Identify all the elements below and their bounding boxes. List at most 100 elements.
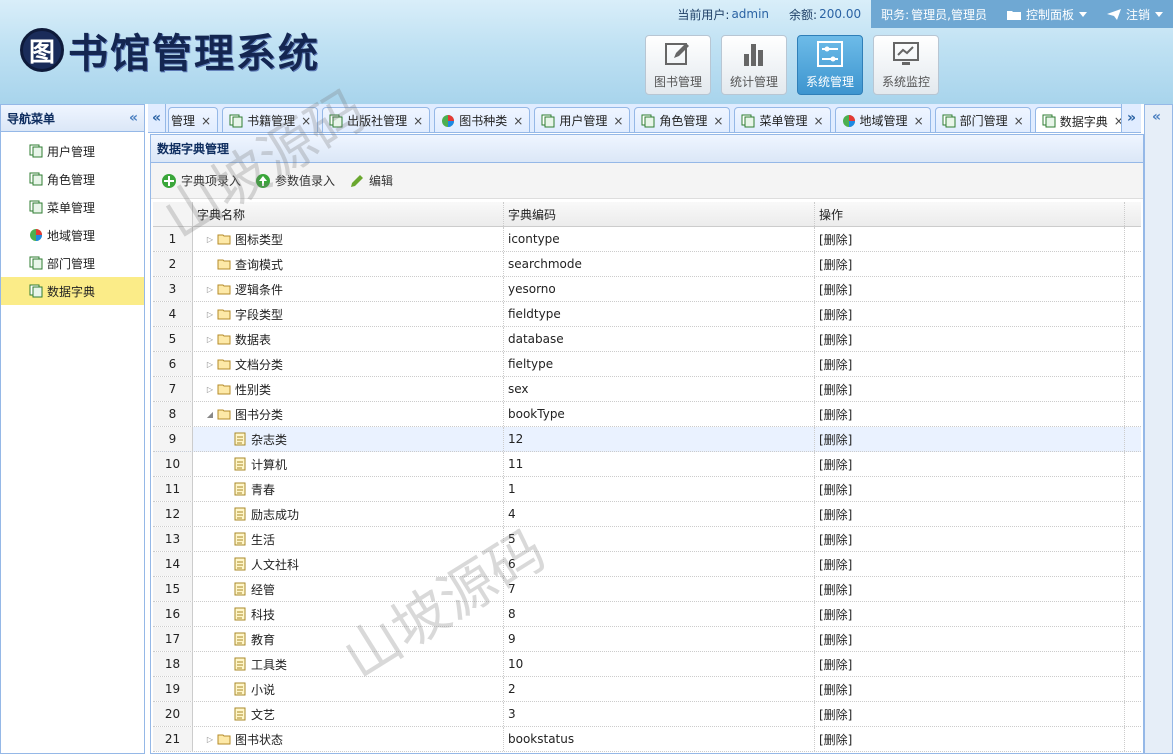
close-icon[interactable]: × [914,114,924,128]
close-icon[interactable]: × [413,114,423,128]
close-icon[interactable]: × [813,114,823,128]
add-param-icon [256,173,271,188]
table-row[interactable]: 6 ▷ 文档分类 fieltype [删除] [153,352,1141,377]
table-row[interactable]: 11 青春 1 [删除] [153,477,1141,502]
expand-arrow-icon[interactable]: ▷ [205,284,215,294]
file-icon [234,607,246,621]
table-row[interactable]: 20 文艺 3 [删除] [153,702,1141,727]
table-row[interactable]: 1 ▷ 图标类型 icontype [删除] [153,227,1141,252]
expand-arrow-icon[interactable]: ▷ [205,309,215,319]
delete-link[interactable]: [删除] [819,281,852,298]
table-row[interactable]: 9 杂志类 12 [删除] [153,427,1141,452]
grid-body: 1 ▷ 图标类型 icontype [删除] 2 查询模式 searchmode [删除] 3 ▷ 逻… [153,227,1141,752]
expand-arrow-icon[interactable]: ▷ [205,734,215,744]
tab-3[interactable]: 出版社管理 × [322,107,431,132]
table-row[interactable]: 8 ◢ 图书分类 bookType [删除] [153,402,1141,427]
add-param-button[interactable]: 参数值录入 [255,172,335,189]
close-icon[interactable]: × [301,114,311,128]
chevron-down-icon [1155,11,1163,17]
tab-6[interactable]: 角色管理 × [634,107,731,132]
expand-right-icon[interactable]: « [1152,109,1161,125]
delete-link[interactable]: [删除] [819,431,852,448]
table-row[interactable]: 4 ▷ 字段类型 fieldtype [删除] [153,302,1141,327]
module-statistics[interactable]: 统计管理 [721,35,787,95]
delete-link[interactable]: [删除] [819,531,852,548]
sidebar-item-menus[interactable]: 菜单管理 [1,193,144,221]
table-row[interactable]: 5 ▷ 数据表 database [删除] [153,327,1141,352]
delete-link[interactable]: [删除] [819,331,852,348]
tab-2[interactable]: 书籍管理 × [222,107,319,132]
edit-button[interactable]: 编辑 [349,172,393,189]
column-header-name[interactable]: 字典名称 [193,202,504,226]
delete-link[interactable]: [删除] [819,581,852,598]
tab-5[interactable]: 用户管理 × [534,107,631,132]
expand-arrow-icon[interactable]: ▷ [205,384,215,394]
delete-link[interactable]: [删除] [819,681,852,698]
table-row[interactable]: 7 ▷ 性别类 sex [删除] [153,377,1141,402]
expand-arrow-icon[interactable]: ▷ [205,359,215,369]
tab-scroll-left-icon[interactable]: « [148,104,166,132]
table-row[interactable]: 13 生活 5 [删除] [153,527,1141,552]
collapse-arrow-icon[interactable]: ◢ [205,409,215,419]
module-book-management[interactable]: 图书管理 [645,35,711,95]
delete-link[interactable]: [删除] [819,706,852,723]
table-row[interactable]: 19 小说 2 [删除] [153,677,1141,702]
cell-op: [删除] [815,502,1125,526]
expand-arrow-icon[interactable]: ▷ [205,234,215,244]
close-icon[interactable]: × [1014,114,1024,128]
table-row[interactable]: 14 人文社科 6 [删除] [153,552,1141,577]
collapse-left-icon[interactable]: « [129,110,138,126]
tab-8[interactable]: 地域管理 × [834,107,931,132]
delete-link[interactable]: [删除] [819,406,852,423]
tab-scroll-right-icon[interactable]: » [1121,104,1141,132]
table-row[interactable]: 15 经管 7 [删除] [153,577,1141,602]
table-row[interactable]: 12 励志成功 4 [删除] [153,502,1141,527]
sidebar-item-data-dictionary[interactable]: 数据字典 [1,277,144,305]
delete-link[interactable]: [删除] [819,231,852,248]
delete-link[interactable]: [删除] [819,506,852,523]
tab-7[interactable]: 菜单管理 × [734,107,831,132]
delete-link[interactable]: [删除] [819,556,852,573]
module-system-management[interactable]: 系统管理 [797,35,863,95]
module-system-monitor[interactable]: 系统监控 [873,35,939,95]
table-row[interactable]: 2 查询模式 searchmode [删除] [153,252,1141,277]
delete-link[interactable]: [删除] [819,606,852,623]
table-row[interactable]: 17 教育 9 [删除] [153,627,1141,652]
delete-link[interactable]: [删除] [819,481,852,498]
sidebar-item-departments[interactable]: 部门管理 [1,249,144,277]
close-icon[interactable]: × [613,114,623,128]
close-icon[interactable]: × [713,114,723,128]
table-row[interactable]: 10 计算机 11 [删除] [153,452,1141,477]
table-row[interactable]: 16 科技 8 [删除] [153,602,1141,627]
delete-link[interactable]: [删除] [819,381,852,398]
delete-link[interactable]: [删除] [819,456,852,473]
delete-link[interactable]: [删除] [819,631,852,648]
table-row[interactable]: 3 ▷ 逻辑条件 yesorno [删除] [153,277,1141,302]
tab-10[interactable]: 数据字典 × [1034,107,1131,132]
control-panel-menu[interactable]: 控制面板 [996,0,1097,28]
table-row[interactable]: 21 ▷ 图书状态 bookstatus [删除] [153,727,1141,752]
close-icon[interactable]: × [201,114,211,128]
delete-link[interactable]: [删除] [819,306,852,323]
cell-name: 计算机 [193,452,504,476]
cell-op: [删除] [815,702,1125,726]
delete-link[interactable]: [删除] [819,656,852,673]
logout-menu[interactable]: 注销 [1096,0,1173,28]
expand-arrow-icon[interactable]: ▷ [205,334,215,344]
dict-name: 经管 [251,582,276,597]
sidebar-item-roles[interactable]: 角色管理 [1,165,144,193]
delete-link[interactable]: [删除] [819,731,852,748]
delete-link[interactable]: [删除] [819,256,852,273]
column-header-code[interactable]: 字典编码 [504,202,815,226]
column-header-op[interactable]: 操作 [815,202,1125,226]
sidebar-item-regions[interactable]: 地域管理 [1,221,144,249]
close-icon[interactable]: × [513,114,523,128]
tab-9[interactable]: 部门管理 × [934,107,1031,132]
cell-op: [删除] [815,377,1125,401]
table-row[interactable]: 18 工具类 10 [删除] [153,652,1141,677]
tab-4[interactable]: 图书种类 × [434,107,531,132]
tab-1[interactable]: 管理 × [168,107,219,132]
add-dict-item-button[interactable]: 字典项录入 [161,172,241,189]
delete-link[interactable]: [删除] [819,356,852,373]
sidebar-item-users[interactable]: 用户管理 [1,137,144,165]
